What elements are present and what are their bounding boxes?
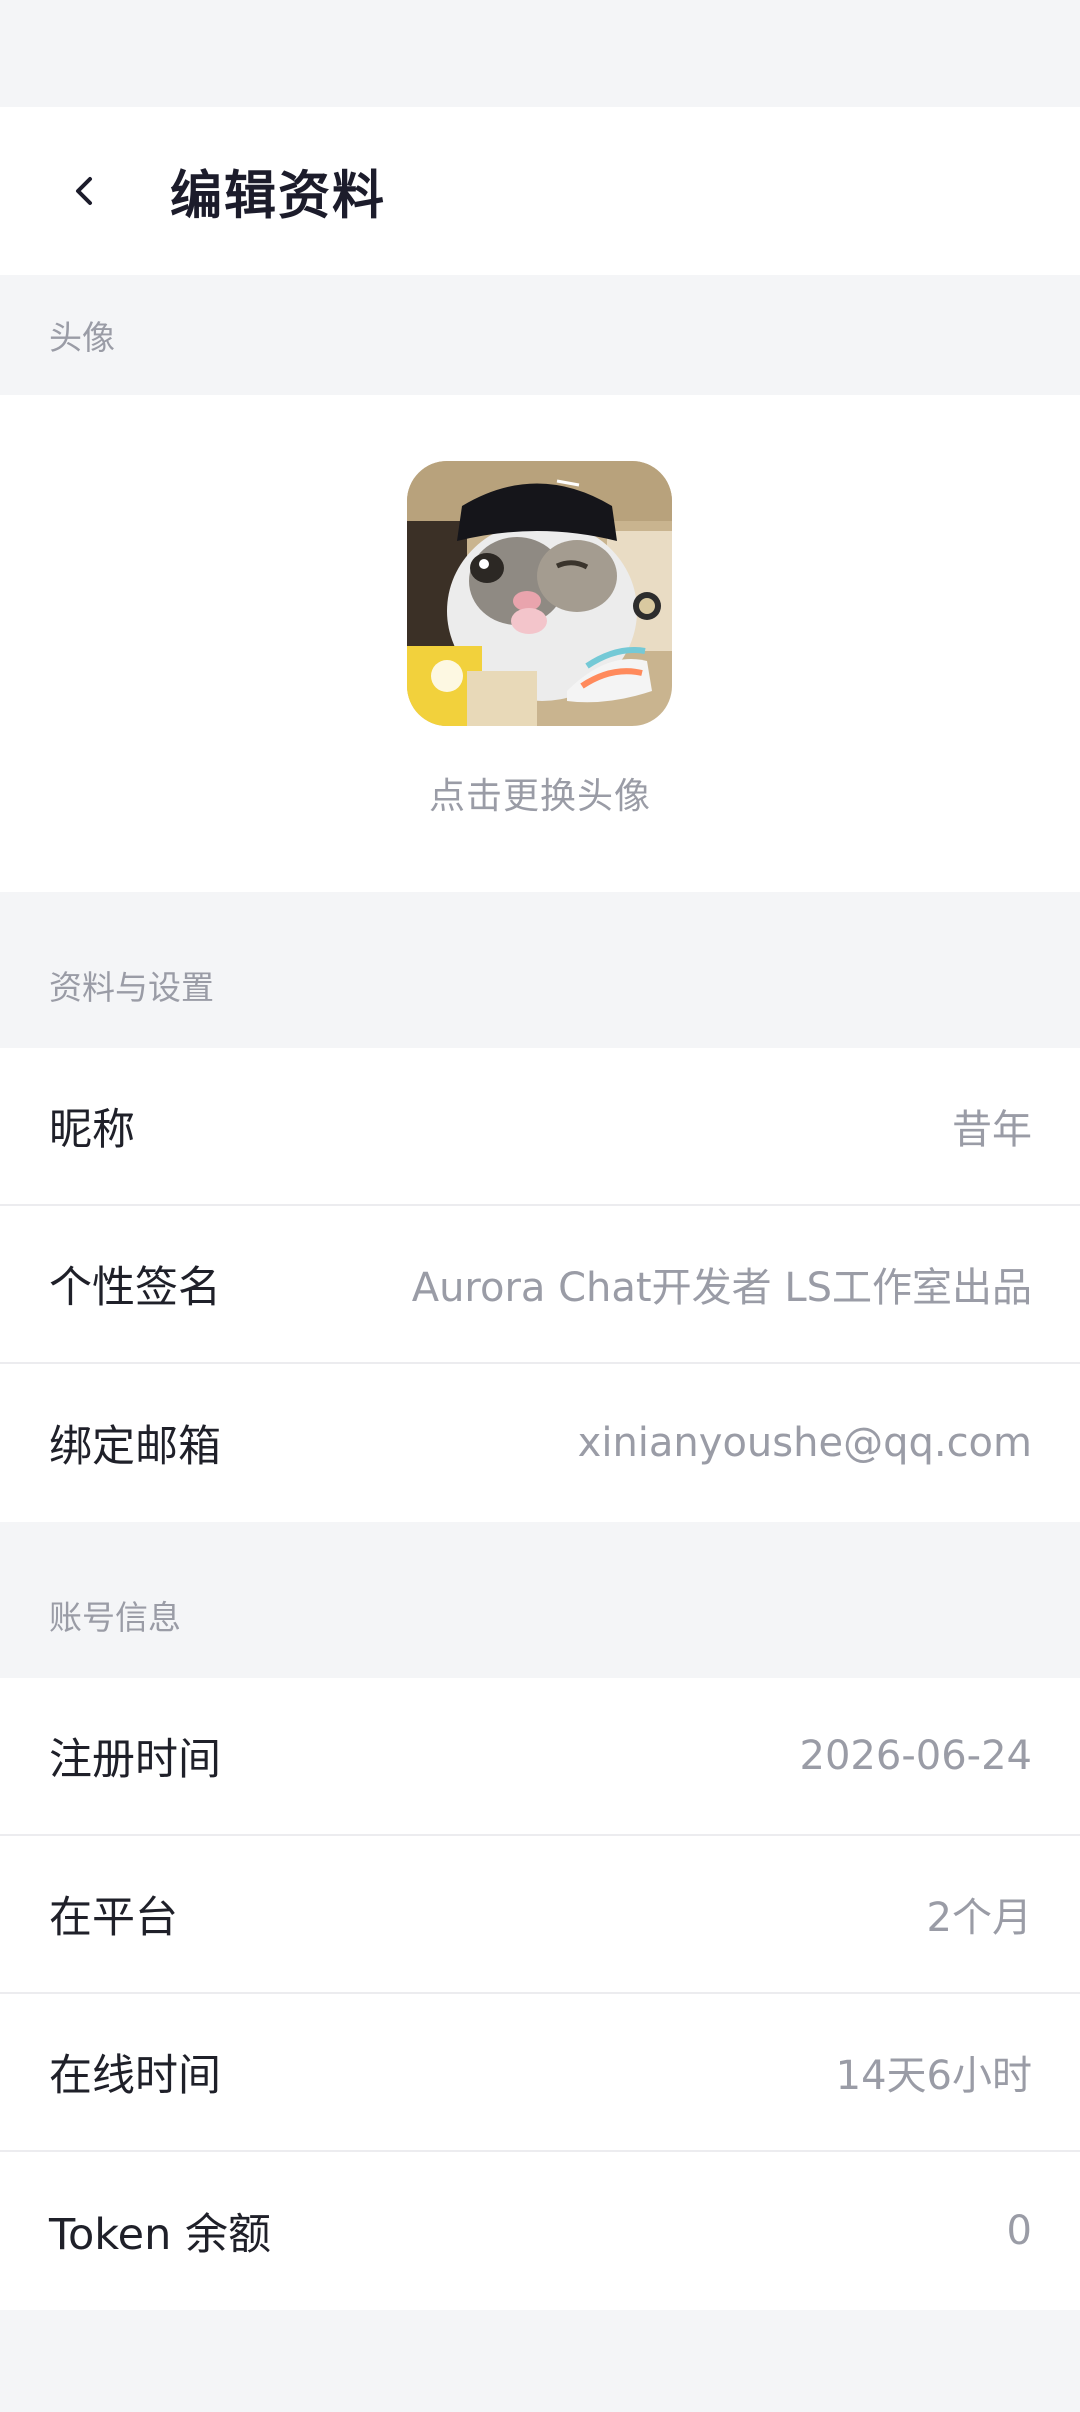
row-label: 在平台 <box>49 1893 178 1943</box>
avatar[interactable] <box>407 461 672 726</box>
avatar-image <box>407 461 672 726</box>
page-title: 编辑资料 <box>170 166 387 227</box>
row-signature[interactable]: 个性签名 Aurora Chat开发者 LS工作室出品 <box>0 1206 1080 1364</box>
row-value: 2个月 <box>926 1895 1032 1941</box>
row-value: xinianyoushe@qq.com <box>577 1420 1032 1466</box>
row-nickname[interactable]: 昵称 昔年 <box>0 1048 1080 1206</box>
row-value: 昔年 <box>952 1107 1032 1153</box>
chevron-left-icon <box>76 177 92 205</box>
row-online-time: 在线时间 14天6小时 <box>0 1994 1080 2152</box>
row-value: Aurora Chat开发者 LS工作室出品 <box>411 1265 1032 1311</box>
row-platform-age: 在平台 2个月 <box>0 1836 1080 1994</box>
row-email[interactable]: 绑定邮箱 xinianyoushe@qq.com <box>0 1364 1080 1522</box>
avatar-section: 点击更换头像 <box>0 395 1080 892</box>
section-label-profile: 资料与设置 <box>0 892 1080 1048</box>
top-bar: 编辑资料 <box>0 107 1080 275</box>
back-button[interactable] <box>56 163 112 219</box>
section-label-account: 账号信息 <box>0 1522 1080 1678</box>
row-label: Token 余额 <box>49 2210 272 2260</box>
row-label: 注册时间 <box>49 1735 221 1785</box>
status-bar <box>0 0 1080 107</box>
row-label: 在线时间 <box>49 2051 221 2101</box>
row-label: 昵称 <box>49 1105 135 1155</box>
row-value: 14天6小时 <box>835 2053 1032 2099</box>
row-token-balance: Token 余额 0 <box>0 2152 1080 2310</box>
change-avatar-hint[interactable]: 点击更换头像 <box>0 767 1080 819</box>
row-label: 个性签名 <box>49 1263 221 1313</box>
row-register-date: 注册时间 2026-06-24 <box>0 1678 1080 1836</box>
row-value: 0 <box>1006 2208 1032 2254</box>
row-value: 2026-06-24 <box>799 1733 1032 1779</box>
section-label-avatar: 头像 <box>0 275 1080 395</box>
row-label: 绑定邮箱 <box>49 1422 221 1472</box>
